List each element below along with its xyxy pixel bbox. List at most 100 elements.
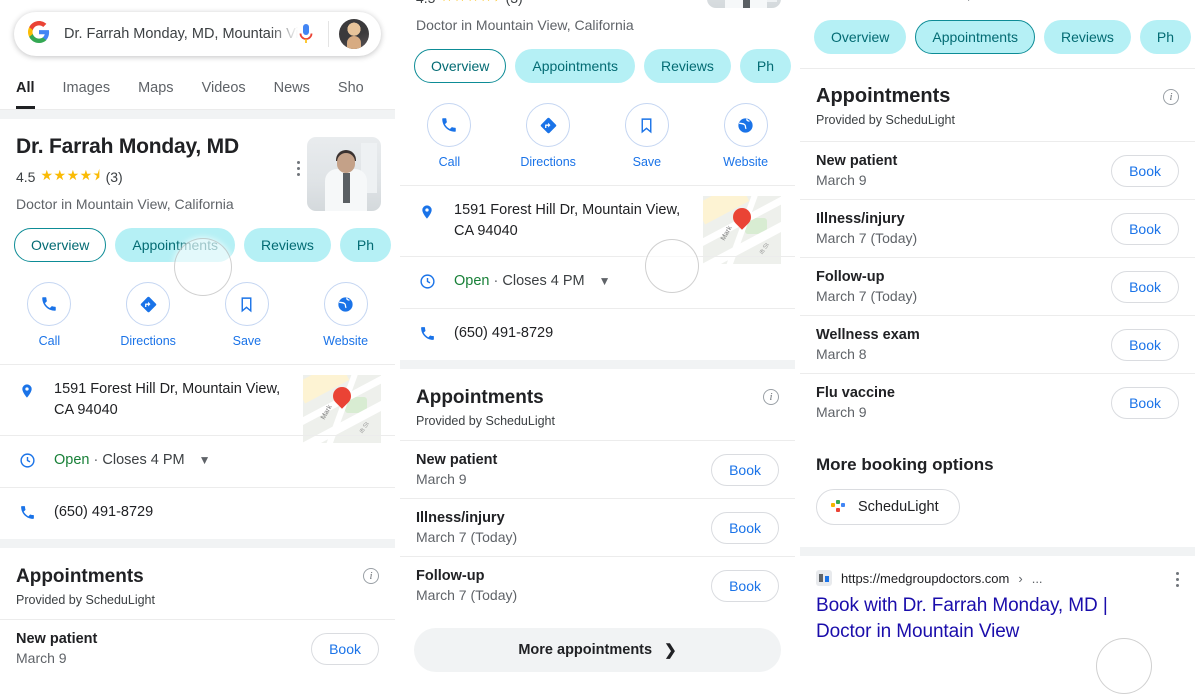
tab-news[interactable]: News xyxy=(274,80,310,109)
action-website[interactable]: Website xyxy=(296,282,395,348)
more-appointments-button[interactable]: More appointments ❯ xyxy=(414,628,781,673)
more-options-icon[interactable] xyxy=(1176,572,1179,587)
doctor-photo[interactable] xyxy=(707,0,781,8)
action-save[interactable]: Save xyxy=(598,103,697,169)
search-input[interactable]: Dr. Farrah Monday, MD, Mountain View xyxy=(64,26,298,42)
book-button[interactable]: Book xyxy=(1111,154,1179,187)
rating-value: 4.5 xyxy=(16,169,36,185)
location-pin-icon xyxy=(416,200,438,222)
appointment-type: Flu vaccine xyxy=(816,385,895,401)
directions-icon xyxy=(126,282,171,326)
book-button[interactable]: Book xyxy=(711,569,779,602)
phone-row[interactable]: (650) 491-8729 xyxy=(400,308,795,360)
book-button[interactable]: Book xyxy=(711,453,779,486)
kp-chip-row: Overview Appointments Reviews Ph xyxy=(400,33,795,97)
address-row[interactable]: 1591 Forest Hill Dr, Mountain View, CA 9… xyxy=(400,185,795,264)
appointment-date: March 7 (Today) xyxy=(416,587,518,604)
chevron-down-icon[interactable]: ▼ xyxy=(599,274,611,288)
chip-reviews[interactable]: Reviews xyxy=(243,228,331,262)
info-icon[interactable]: i xyxy=(763,389,779,406)
book-button[interactable]: Book xyxy=(1111,270,1179,303)
action-directions-label: Directions xyxy=(120,334,176,348)
map-thumbnail[interactable]: Mark ift St xyxy=(303,375,381,443)
appointment-date: March 9 xyxy=(16,650,67,667)
appointments-title: Appointments xyxy=(416,387,544,409)
book-button[interactable]: Book xyxy=(311,632,379,665)
action-website-label: Website xyxy=(723,155,769,169)
open-status: Open xyxy=(454,273,490,290)
chevron-right-icon: ❯ xyxy=(664,642,677,660)
book-button[interactable]: Book xyxy=(711,511,779,544)
panel-2-overview-scrolled: 4.5 ★★★★⯨ (3) Doctor in Mountain View, C… xyxy=(400,0,795,700)
action-directions[interactable]: Directions xyxy=(99,282,198,348)
phone-row[interactable]: (650) 491-8729 xyxy=(0,487,395,539)
closing-time: Closes 4 PM xyxy=(102,452,185,469)
action-call[interactable]: Call xyxy=(0,282,99,348)
book-button[interactable]: Book xyxy=(1111,212,1179,245)
book-button[interactable]: Book xyxy=(1111,328,1179,361)
chip-reviews[interactable]: Reviews xyxy=(643,49,731,83)
rating-value: 4.5 xyxy=(416,0,435,6)
open-status: Open xyxy=(54,452,90,469)
action-directions[interactable]: Directions xyxy=(499,103,598,169)
action-save[interactable]: Save xyxy=(198,282,297,348)
user-avatar[interactable] xyxy=(339,19,369,49)
provider-chip-schedulight[interactable]: ScheduLight xyxy=(816,489,960,525)
result-title[interactable]: Book with Dr. Farrah Monday, MD | Doctor… xyxy=(816,593,1179,644)
tab-shopping[interactable]: Sho xyxy=(338,80,364,109)
tab-videos[interactable]: Videos xyxy=(202,80,246,109)
microphone-icon[interactable] xyxy=(298,23,318,45)
appointment-type: Illness/injury xyxy=(816,211,905,227)
list-item: Illness/injury March 7 (Today) Book xyxy=(400,498,795,556)
action-call[interactable]: Call xyxy=(400,103,499,169)
list-item: Flu vaccine March 9 Book xyxy=(800,373,1195,431)
chip-photos[interactable]: Ph xyxy=(739,49,791,83)
organic-search-result: https://medgroupdoctors.com › ... Book w… xyxy=(800,556,1195,644)
search-bar[interactable]: Dr. Farrah Monday, MD, Mountain View xyxy=(14,12,381,56)
chip-photos[interactable]: Ph xyxy=(339,228,391,262)
clock-icon xyxy=(416,271,438,290)
doctor-photo[interactable] xyxy=(307,137,381,211)
hours-text: Open · Closes 4 PM ▼ xyxy=(54,450,379,471)
action-call-label: Call xyxy=(38,334,61,348)
chip-appointments[interactable]: Appointments xyxy=(515,49,635,83)
info-icon[interactable]: i xyxy=(363,568,379,585)
chip-reviews[interactable]: Reviews xyxy=(1043,20,1131,54)
action-website[interactable]: Website xyxy=(696,103,795,169)
tab-all[interactable]: All xyxy=(16,80,35,109)
address-row[interactable]: 1591 Forest Hill Dr, Mountain View, CA 9… xyxy=(0,364,395,443)
result-url-row[interactable]: https://medgroupdoctors.com › ... xyxy=(816,570,1179,586)
more-booking-options-title: More booking options xyxy=(816,455,994,474)
chip-overview[interactable]: Overview xyxy=(814,20,907,54)
chip-appointments[interactable]: Appointments xyxy=(115,228,235,262)
chip-photos[interactable]: Ph xyxy=(1139,20,1191,54)
provider-name: ScheduLight xyxy=(858,499,939,515)
review-count: (3) xyxy=(105,169,123,185)
info-icon[interactable]: i xyxy=(1163,89,1179,105)
chip-overview[interactable]: Overview xyxy=(414,49,507,83)
list-item: Illness/injury March 7 (Today) Book xyxy=(800,199,1195,257)
chip-overview[interactable]: Overview xyxy=(14,228,107,262)
action-save-label: Save xyxy=(232,334,262,348)
action-button-row: Call Directions Save Website xyxy=(400,97,795,185)
hours-row[interactable]: Open · Closes 4 PM ▼ xyxy=(400,256,795,308)
appointment-type: New patient xyxy=(16,631,98,648)
phone-icon xyxy=(416,323,438,342)
chevron-down-icon[interactable]: ▼ xyxy=(199,453,211,467)
tab-images[interactable]: Images xyxy=(63,80,111,109)
more-options-icon[interactable] xyxy=(296,161,300,176)
section-divider xyxy=(400,360,795,370)
appointment-type: Illness/injury xyxy=(416,510,505,527)
action-button-row: Call Directions Save Website xyxy=(0,276,395,364)
appointment-date: March 7 (Today) xyxy=(816,230,918,246)
panel-3-appointments-tab: Doctor in Mountain View, California Over… xyxy=(800,0,1195,700)
map-thumbnail[interactable]: Mark ift St xyxy=(703,196,781,264)
hours-row[interactable]: Open · Closes 4 PM ▼ xyxy=(0,435,395,487)
kp-chip-row: Overview Appointments Reviews Ph xyxy=(800,2,1195,68)
section-divider xyxy=(0,110,395,119)
result-url: https://medgroupdoctors.com xyxy=(841,570,1010,586)
book-button[interactable]: Book xyxy=(1111,386,1179,419)
chip-appointments[interactable]: Appointments xyxy=(915,20,1035,54)
action-call-label: Call xyxy=(438,155,461,169)
tab-maps[interactable]: Maps xyxy=(138,80,173,109)
